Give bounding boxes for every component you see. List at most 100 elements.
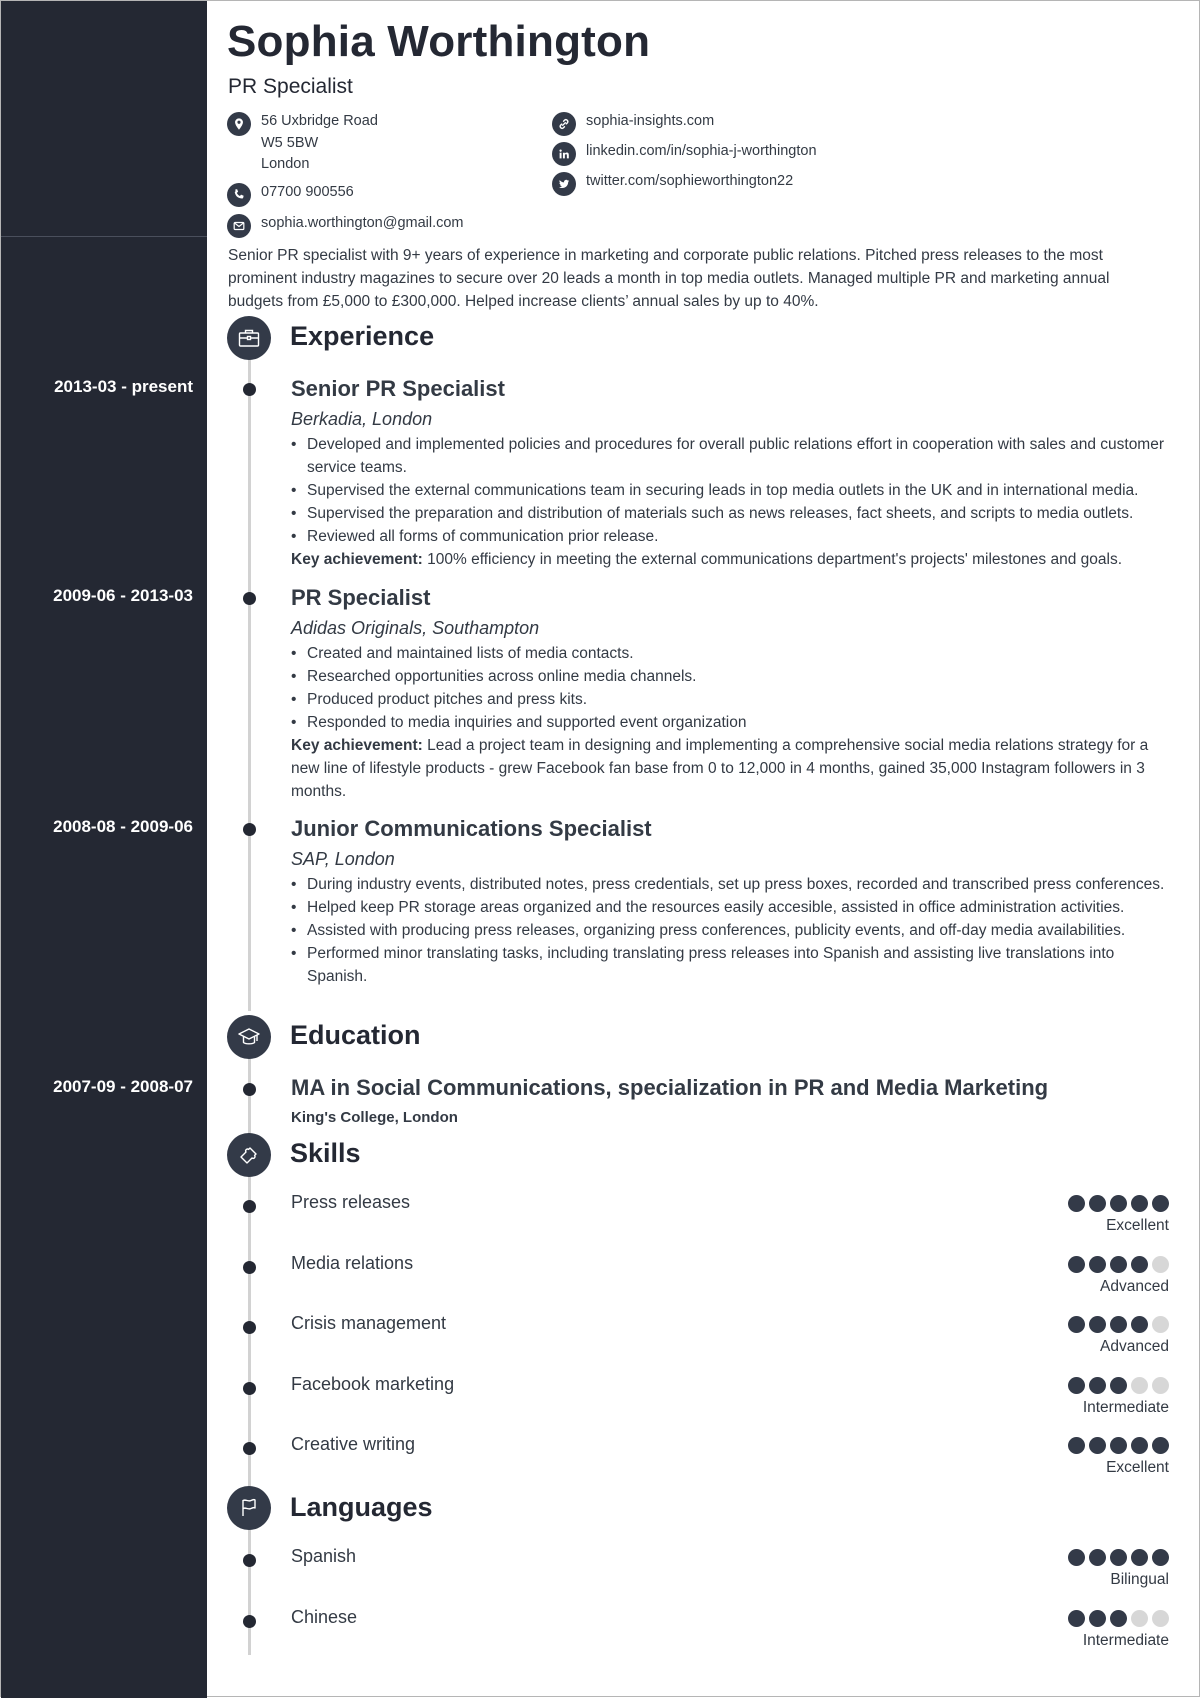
rating-dot-filled xyxy=(1110,1376,1127,1394)
timeline-dot xyxy=(243,1083,256,1096)
email-link[interactable]: sophia.worthington@gmail.com xyxy=(261,213,464,235)
resume-page: 2013-03 - present 2009-06 - 2013-03 2008… xyxy=(0,0,1200,1698)
responsibility-item: Helped keep PR storage areas organized a… xyxy=(291,896,1171,919)
degree-title: MA in Social Communications, specializat… xyxy=(291,1075,1049,1100)
timeline-line xyxy=(248,351,251,1011)
timeline-dot xyxy=(243,1321,256,1334)
rating-dot-empty xyxy=(1152,1376,1169,1394)
timeline-dot xyxy=(243,1381,256,1395)
key-achievement: Key achievement: Lead a project team in … xyxy=(291,734,1171,803)
responsibility-item: Performed minor translating tasks, inclu… xyxy=(291,942,1171,988)
responsibility-item: Reviewed all forms of communication prio… xyxy=(291,525,1171,548)
responsibility-item: Supervised the external communications t… xyxy=(291,479,1171,502)
rating-dots xyxy=(969,1255,1169,1273)
website-link[interactable]: sophia-insights.com xyxy=(586,111,714,133)
responsibilities-list: Created and maintained lists of media co… xyxy=(291,642,1171,734)
skill-name: Media relations xyxy=(291,1252,414,1273)
rating-dot-filled xyxy=(1068,1609,1085,1627)
skill-rating: Advanced xyxy=(969,1316,1169,1356)
sidebar xyxy=(1,1,207,1698)
company: Adidas Originals, Southampton xyxy=(291,618,540,638)
skill-rating: Excellent xyxy=(969,1195,1169,1235)
phone-text[interactable]: 07700 900556 xyxy=(261,182,354,204)
flag-icon xyxy=(227,1486,271,1530)
position-title: PR Specialist xyxy=(291,585,431,610)
responsibility-item: Responded to media inquiries and support… xyxy=(291,711,1171,734)
contact-linkedin: linkedin.com/in/sophia-j-worthington xyxy=(552,141,817,166)
timeline-dot xyxy=(243,1554,256,1567)
envelope-icon xyxy=(227,213,251,238)
rating-dot-filled xyxy=(1110,1437,1127,1454)
timeline-dot xyxy=(243,1200,256,1213)
responsibilities-list: During industry events, distributed note… xyxy=(291,873,1171,988)
timeline-dot xyxy=(243,1442,256,1455)
responsibility-item: Created and maintained lists of media co… xyxy=(291,642,1171,665)
contact-column-left: 56 Uxbridge Road W5 5BW London 07700 900… xyxy=(227,111,464,244)
responsibility-item: During industry events, distributed note… xyxy=(291,873,1171,896)
rating-dot-filled xyxy=(1152,1549,1169,1566)
proficiency-label: Intermediate xyxy=(1082,1631,1169,1649)
linkedin-link[interactable]: linkedin.com/in/sophia-j-worthington xyxy=(586,141,817,163)
rating-dot-filled xyxy=(1131,1316,1148,1333)
rating-dot-filled xyxy=(1089,1376,1106,1394)
experience-date: 2013-03 - present xyxy=(54,377,193,396)
proficiency-label: Excellent xyxy=(1106,1459,1169,1476)
twitter-icon xyxy=(552,172,576,196)
rating-dots xyxy=(969,1609,1169,1627)
contact-twitter: twitter.com/sophieworthington22 xyxy=(552,171,817,196)
rating-dot-filled xyxy=(1110,1609,1127,1627)
language-rating: Intermediate xyxy=(969,1609,1169,1650)
rating-dot-filled xyxy=(1152,1195,1169,1212)
achievement-label: Key achievement: xyxy=(291,737,423,754)
skill-rating: Excellent xyxy=(969,1437,1169,1477)
skill-rating: Intermediate xyxy=(969,1376,1169,1417)
timeline-dot xyxy=(243,823,256,836)
rating-dot-empty xyxy=(1131,1376,1148,1394)
rating-dots xyxy=(969,1316,1169,1333)
proficiency-label: Intermediate xyxy=(1082,1398,1169,1416)
rating-dot-filled xyxy=(1068,1316,1085,1333)
proficiency-label: Advanced xyxy=(1100,1277,1169,1295)
linkedin-icon xyxy=(552,142,576,166)
rating-dot-filled xyxy=(1131,1195,1148,1212)
rating-dots xyxy=(969,1195,1169,1212)
puzzle-piece-icon xyxy=(227,1133,271,1177)
rating-dot-empty xyxy=(1131,1609,1148,1627)
proficiency-label: Bilingual xyxy=(1110,1571,1169,1588)
section-title-education: Education xyxy=(290,1020,421,1050)
responsibility-item: Developed and implemented policies and p… xyxy=(291,433,1171,479)
job-title-header: PR Specialist xyxy=(228,75,353,98)
company: Berkadia, London xyxy=(291,409,433,429)
rating-dot-filled xyxy=(1089,1195,1106,1212)
rating-dot-filled xyxy=(1089,1437,1106,1454)
contact-phone: 07700 900556 xyxy=(227,182,464,207)
address-line: 56 Uxbridge Road xyxy=(261,113,378,129)
location-pin-icon xyxy=(227,112,251,136)
candidate-name: Sophia Worthington xyxy=(227,17,651,66)
rating-dot-filled xyxy=(1068,1255,1085,1273)
timeline-dot xyxy=(243,592,256,605)
rating-dot-filled xyxy=(1131,1255,1148,1273)
timeline-dot xyxy=(243,383,256,396)
rating-dot-empty xyxy=(1152,1609,1169,1627)
language-rating: Bilingual xyxy=(969,1549,1169,1589)
rating-dots xyxy=(969,1549,1169,1566)
twitter-link[interactable]: twitter.com/sophieworthington22 xyxy=(586,171,793,193)
rating-dot-empty xyxy=(1152,1255,1169,1273)
responsibility-item: Researched opportunities across online m… xyxy=(291,665,1171,688)
timeline-dot xyxy=(243,1260,256,1274)
rating-dot-filled xyxy=(1110,1195,1127,1212)
timeline-dot xyxy=(243,1614,256,1628)
skill-name: Press releases xyxy=(291,1192,411,1212)
sidebar-divider xyxy=(1,236,207,237)
contact-column-right: sophia-insights.com linkedin.com/in/soph… xyxy=(552,111,817,202)
rating-dot-filled xyxy=(1089,1316,1106,1333)
responsibility-item: Supervised the preparation and distribut… xyxy=(291,502,1171,525)
briefcase-icon xyxy=(227,316,271,360)
rating-dots xyxy=(969,1437,1169,1454)
section-title-languages: Languages xyxy=(290,1492,433,1522)
rating-dot-filled xyxy=(1089,1255,1106,1273)
skill-rating: Advanced xyxy=(969,1255,1169,1296)
timeline-line xyxy=(248,1513,251,1655)
responsibility-item: Assisted with producing press releases, … xyxy=(291,919,1171,942)
